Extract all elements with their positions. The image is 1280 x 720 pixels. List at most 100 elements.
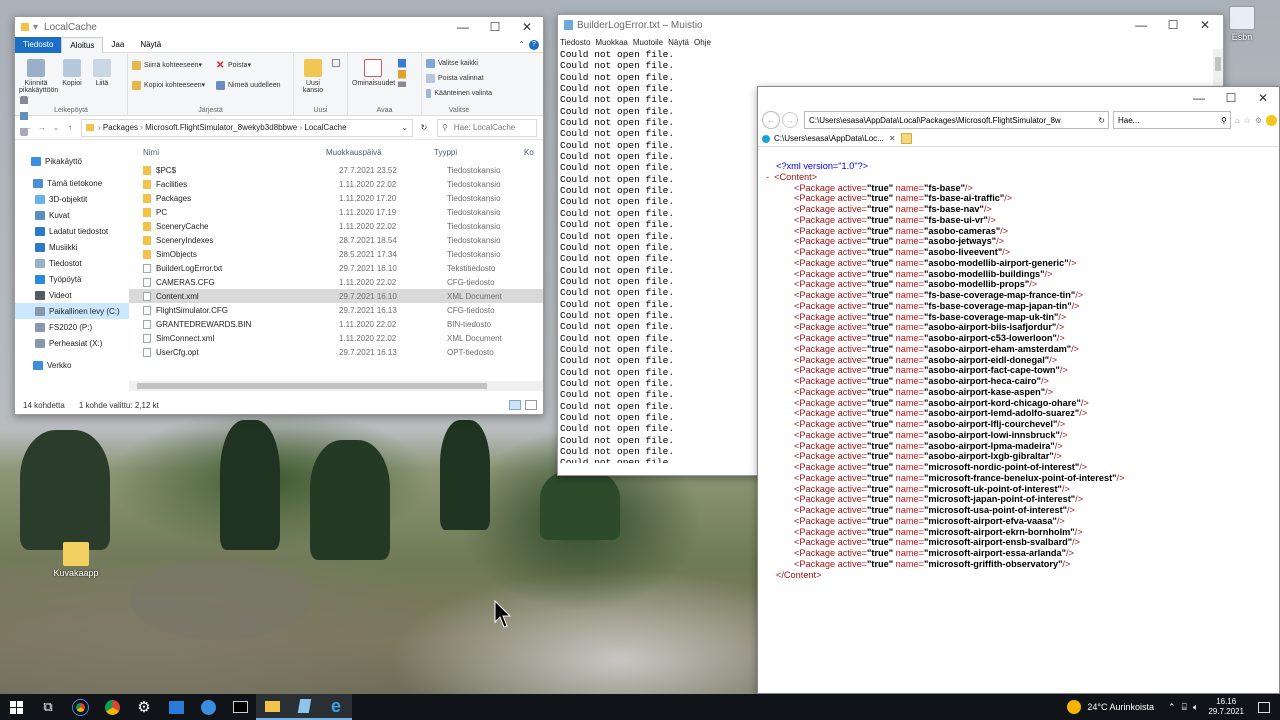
weather-sun-icon[interactable] [1067,700,1082,714]
copy-to-button[interactable]: Kopioi kohteeseen ▾ [132,79,216,91]
ie-search-input[interactable]: Hae... ⚲ [1113,111,1231,129]
collapse-toggle[interactable]: - [766,172,769,182]
taskbar-notepad[interactable] [288,694,320,720]
start-button[interactable] [0,694,32,720]
properties-button[interactable]: Ominaisuudet [352,57,395,87]
volume-icon[interactable]: 🔈︎ [1193,702,1198,713]
task-view-button[interactable]: ⧉ [32,694,64,720]
nav-item-fs2020-p[interactable]: FS2020 (P:) [15,319,129,335]
help-icon[interactable]: ? [529,39,539,50]
maximize-button[interactable]: ☐ [1215,88,1247,108]
explorer-titlebar[interactable]: ▾ LocalCache — ☐ ✕ [15,17,543,37]
open-icons[interactable] [397,59,406,87]
clock[interactable]: 16.16 29.7.2021 [1208,697,1244,717]
minimize-button[interactable]: — [447,17,479,37]
close-button[interactable]: ✕ [511,17,543,37]
delete-button[interactable]: ✕ Poista ▾ [216,59,281,71]
nav-item-videos[interactable]: Videot [15,287,129,303]
nav-item-perheasiat-x[interactable]: Perheasiat (X:) [15,335,129,351]
internet-explorer-window[interactable]: — ☐ ✕ ← → C:\Users\esasa\AppData\Local\P… [757,86,1280,694]
new-tab-icon[interactable] [900,133,912,144]
minimize-button[interactable]: — [1125,15,1157,35]
breadcrumb-flightsimulator[interactable]: Microsoft.FlightSimulator_8wekyb3d8bbwe [145,123,297,132]
file-row[interactable]: $PC$ 27.7.2021 23.52 Tiedostokansio [129,163,543,177]
menu-edit[interactable]: Muokkaa [595,38,627,47]
file-row[interactable]: BuilderLogError.txt 29.7.2021 16.10 Teksti… [129,261,543,275]
ribbon-collapse-icon[interactable]: ⌃ [518,40,525,49]
favorites-star-icon[interactable]: ☆ [1244,116,1251,125]
taskbar-file-explorer[interactable] [256,694,288,720]
home-icon[interactable]: ⌂ [1235,116,1240,125]
invert-selection-button[interactable]: Käänteinen valinta [426,87,492,99]
menu-help[interactable]: Ohje [694,38,711,47]
close-button[interactable]: ✕ [1247,88,1279,108]
menu-view[interactable]: Näytä [668,38,689,47]
new-item-icon[interactable] [331,59,340,67]
tab-title[interactable]: C:\Users\esasa\AppData\Loc... [774,134,884,143]
back-arrow-icon[interactable]: ← [762,111,780,129]
forward-arrow-icon[interactable]: → [782,112,798,128]
tab-share[interactable]: Jaa [103,37,132,53]
smiley-feedback-icon[interactable] [1266,114,1277,126]
file-row[interactable]: SceneryCache 1.11.2020 22.02 Tiedostokansi… [129,219,543,233]
file-row[interactable]: GRANTEDREWARDS.BIN 1.11.2020 22.02 BIN-tie… [129,317,543,331]
address-bar[interactable]: › Packages › Microsoft.FlightSimulator_8… [81,118,413,137]
rename-button[interactable]: Nimeä uudelleen [216,79,281,91]
tab-home[interactable]: Aloitus [61,36,104,53]
close-tab-icon[interactable]: ✕ [889,134,896,143]
nav-item-network[interactable]: Verkko [15,357,129,373]
paste-button[interactable]: Liitä [91,57,113,87]
network-icon[interactable]: ⌸ [1182,702,1187,713]
search-input[interactable]: ⚲ Hae: LocalCache [437,118,537,137]
nav-item-this-pc[interactable]: Tämä tietokone [15,175,129,191]
search-icon[interactable]: ⚲ [1221,116,1230,125]
menu-file[interactable]: Tiedosto [560,38,590,47]
scrollbar-thumb[interactable] [137,383,487,389]
taskbar-edge[interactable] [192,694,224,720]
column-size[interactable]: Ko [524,148,534,157]
tab-file[interactable]: Tiedosto [15,36,62,53]
cut-button[interactable] [19,94,29,139]
file-row[interactable]: UserCfg.opt 29.7.2021 16.13 OPT-tiedosto [129,345,543,359]
new-folder-button[interactable]: Uusi kansio [298,57,328,94]
move-to-button[interactable]: Siirrä kohteeseen ▾ [132,59,216,71]
nav-item-local-disk-c[interactable]: Paikallinen levy (C:) [15,303,129,319]
file-row[interactable]: Content.xml 29.7.2021 16.10 XML Document [129,289,543,303]
select-none-button[interactable]: Poista valinnat [426,72,492,84]
tab-view[interactable]: Näytä [132,37,169,53]
nav-item-quick-access[interactable]: Pikakäyttö [15,153,129,169]
file-row[interactable]: FlightSimulator.CFG 29.7.2021 16.13 CFG-ti… [129,303,543,317]
breadcrumb-packages[interactable]: Packages [103,123,138,132]
up-arrow-icon[interactable]: ↑ [63,123,77,132]
refresh-icon[interactable]: ↻ [417,123,431,132]
refresh-icon[interactable]: ↻ [1095,116,1108,125]
pin-button[interactable]: Kiinnitä pikakäyttöön [19,57,58,94]
file-row[interactable]: PC 1.11.2020 17.19 Tiedostokansio [129,205,543,219]
nav-item-downloads[interactable]: Ladatut tiedostot [15,223,129,239]
notifications-icon[interactable] [1258,701,1270,713]
file-row[interactable]: SceneryIndexes 28.7.2021 18.54 Tiedostokan… [129,233,543,247]
nav-item-3d-objects[interactable]: 3D-objektit [15,191,129,207]
taskbar-internet-explorer[interactable]: e [320,694,352,720]
menu-format[interactable]: Muotoile [633,38,663,47]
close-button[interactable]: ✕ [1189,15,1221,35]
copy-button[interactable]: Kopioi [57,57,87,87]
file-row[interactable]: Packages 1.11.2020 17.20 Tiedostokansio [129,191,543,205]
weather-text[interactable]: 24°C Aurinkoista [1087,702,1154,712]
scrollbar-thumb[interactable] [1215,57,1221,71]
taskbar-terminal[interactable] [224,694,256,720]
minimize-button[interactable]: — [1183,88,1215,108]
nav-item-desktop[interactable]: Työpöytä [15,271,129,287]
nav-item-music[interactable]: Musiikki [15,239,129,255]
large-icons-view-icon[interactable] [525,400,537,410]
desktop-icon-screenshot[interactable]: Kuvakaapp [46,542,106,578]
column-type[interactable]: Tyyppi [434,148,524,157]
horizontal-scrollbar[interactable] [129,381,543,391]
breadcrumb-localcache[interactable]: LocalCache [304,123,346,132]
nav-item-pictures[interactable]: Kuvat [15,207,129,223]
file-row[interactable]: Facilities 1.11.2020 22.02 Tiedostokansio [129,177,543,191]
url-bar[interactable]: C:\Users\esasa\AppData\Local\Packages\Mi… [804,111,1109,129]
taskbar-chrome-1[interactable] [64,694,96,720]
select-all-button[interactable]: Valitse kaikki [426,57,492,69]
details-view-icon[interactable] [509,400,521,410]
